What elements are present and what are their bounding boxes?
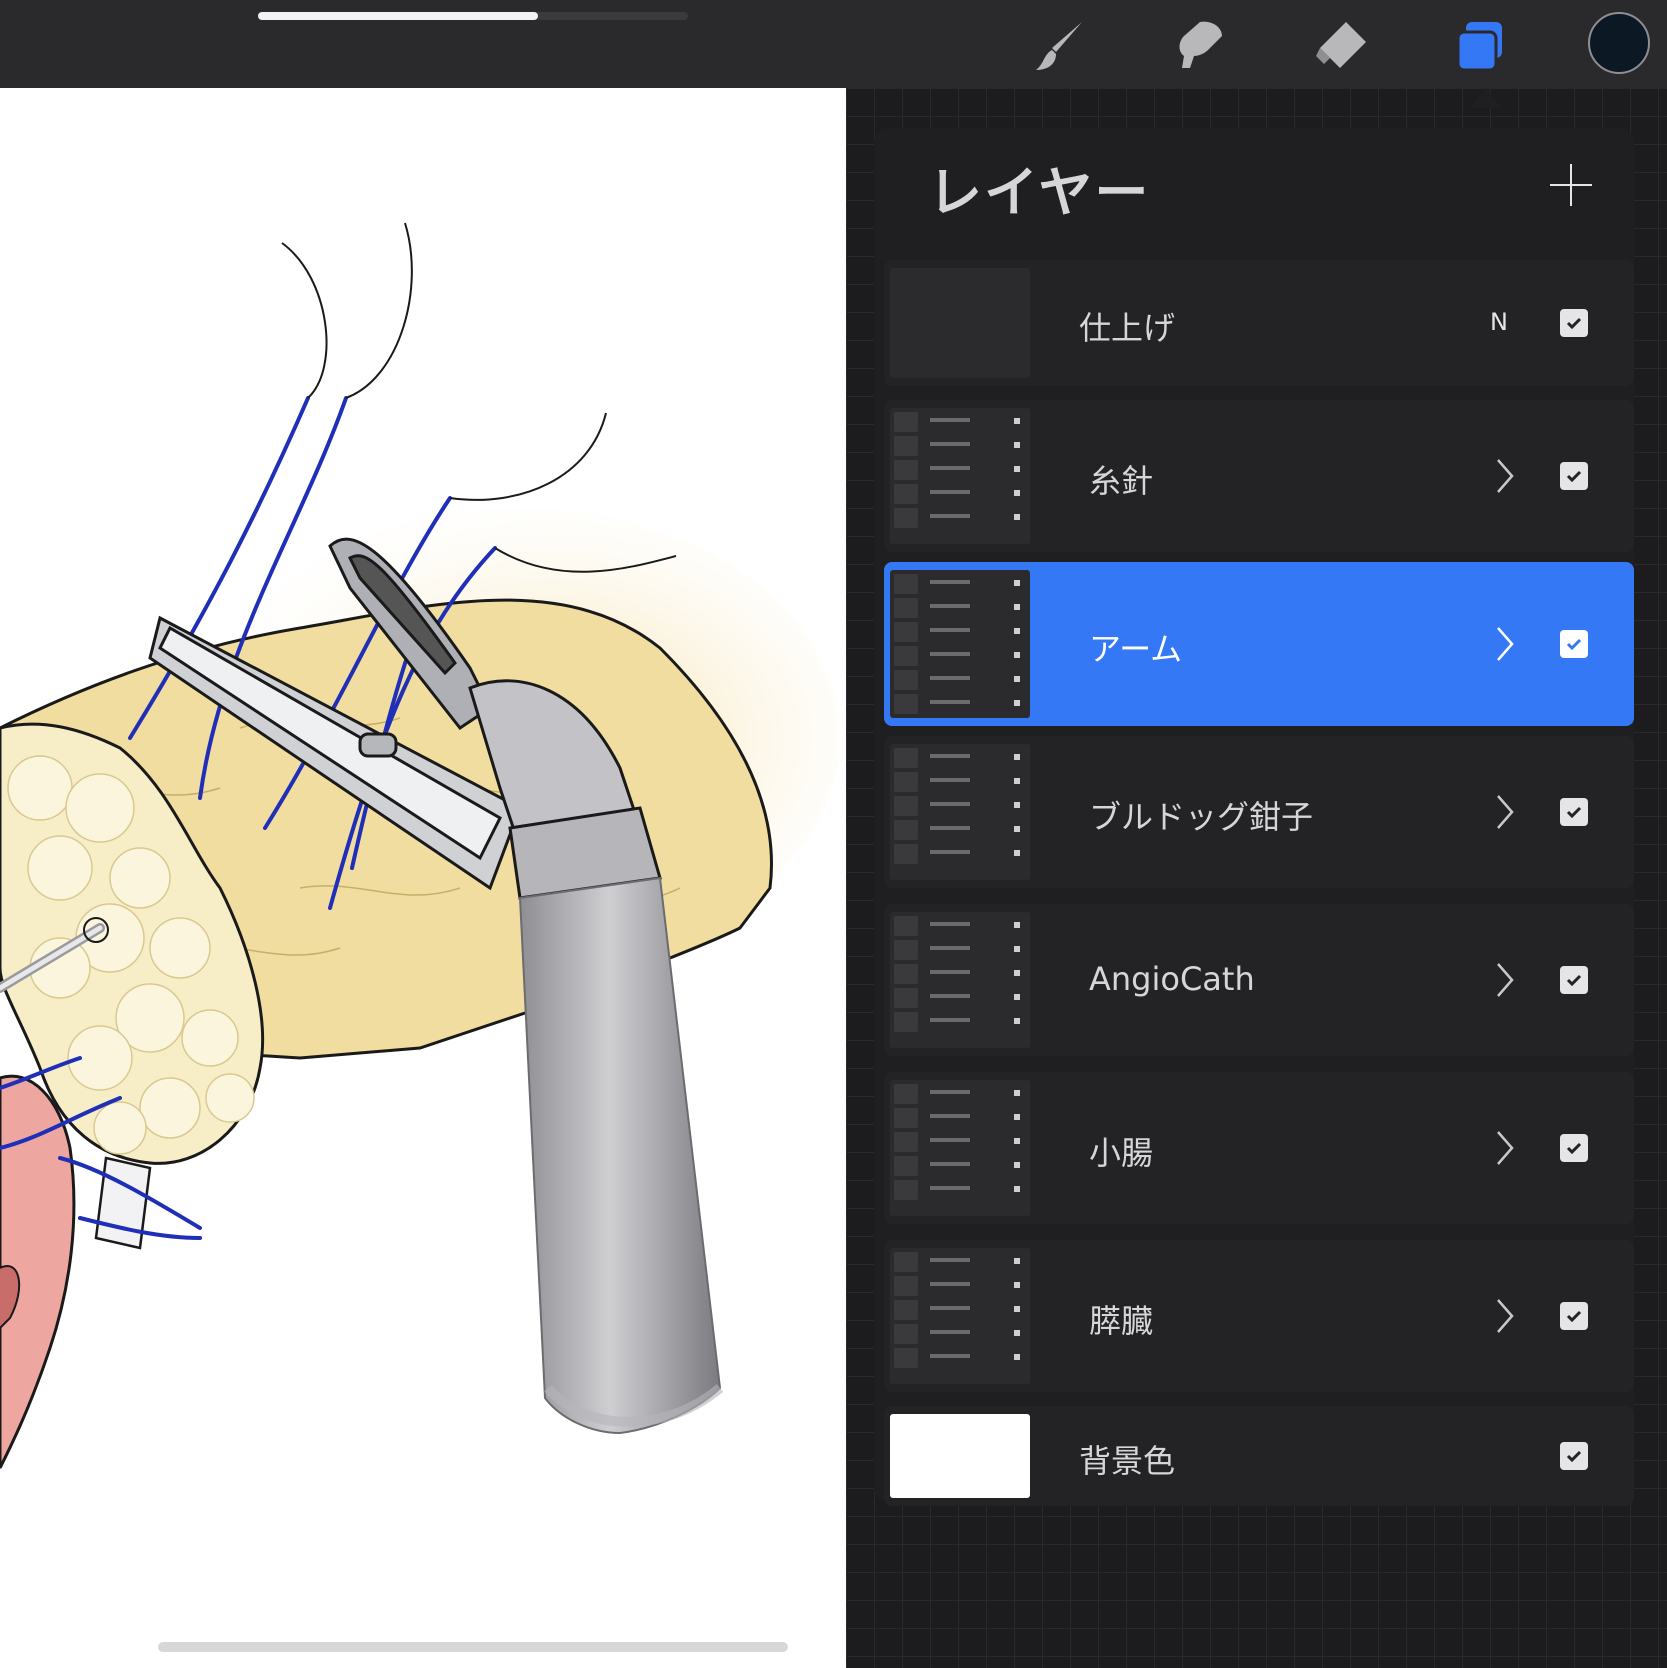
mini-layer-preview bbox=[894, 598, 1026, 618]
layer-name: 小腸 bbox=[1089, 1134, 1154, 1172]
mini-layer-preview bbox=[894, 1180, 1026, 1200]
checkmark-icon bbox=[1566, 1310, 1582, 1323]
color-swatch[interactable] bbox=[1588, 12, 1650, 74]
chevron-right-icon[interactable] bbox=[1484, 624, 1524, 664]
visibility-checkbox[interactable] bbox=[1560, 1442, 1588, 1470]
checkmark-icon bbox=[1566, 638, 1582, 651]
layer-name: ブルドッグ鉗子 bbox=[1089, 798, 1314, 836]
mini-layer-preview bbox=[894, 748, 1026, 768]
mini-layer-preview bbox=[894, 436, 1026, 456]
visibility-checkbox[interactable] bbox=[1560, 798, 1588, 826]
mini-layer-preview bbox=[894, 1252, 1026, 1272]
checkmark-icon bbox=[1566, 806, 1582, 819]
mini-layer-preview bbox=[894, 988, 1026, 1008]
mini-layer-preview bbox=[894, 1108, 1026, 1128]
panel-caret bbox=[1470, 88, 1502, 108]
layer-name: アーム bbox=[1089, 630, 1183, 668]
mini-layer-preview bbox=[894, 622, 1026, 642]
checkmark-icon bbox=[1566, 1450, 1582, 1463]
layer-row-background-color[interactable]: 背景色 bbox=[884, 1406, 1634, 1506]
brush-icon[interactable] bbox=[1025, 14, 1095, 78]
top-toolbar bbox=[0, 0, 1667, 88]
visibility-checkbox[interactable] bbox=[1560, 630, 1588, 658]
chevron-right-icon[interactable] bbox=[1484, 1128, 1524, 1168]
mini-layer-preview bbox=[894, 670, 1026, 690]
drawing-canvas[interactable] bbox=[0, 88, 846, 1668]
mini-layer-preview bbox=[894, 844, 1026, 864]
layer-thumbnail bbox=[890, 1248, 1030, 1384]
layer-thumbnail bbox=[890, 744, 1030, 880]
layer-name: 仕上げ bbox=[1079, 309, 1176, 347]
mini-layer-preview bbox=[894, 1084, 1026, 1104]
visibility-checkbox[interactable] bbox=[1560, 966, 1588, 994]
smudge-icon[interactable] bbox=[1165, 14, 1235, 78]
mini-layer-preview bbox=[894, 694, 1026, 714]
layer-thumbnail bbox=[890, 1080, 1030, 1216]
mini-layer-preview bbox=[894, 1012, 1026, 1032]
mini-layer-preview bbox=[894, 916, 1026, 936]
mini-layer-preview bbox=[894, 772, 1026, 792]
layer-row-finish[interactable]: 仕上げ N bbox=[884, 260, 1634, 386]
checkmark-icon bbox=[1566, 1142, 1582, 1155]
surgical-illustration bbox=[0, 222, 840, 1469]
mini-layer-preview bbox=[894, 796, 1026, 816]
visibility-checkbox[interactable] bbox=[1560, 1134, 1588, 1162]
mini-layer-preview bbox=[894, 1324, 1026, 1344]
layer-row-arm[interactable]: アーム bbox=[884, 562, 1634, 726]
mini-layer-preview bbox=[894, 1276, 1026, 1296]
visibility-checkbox[interactable] bbox=[1560, 309, 1588, 337]
plus-icon[interactable] bbox=[1546, 160, 1596, 210]
layer-name: 背景色 bbox=[1079, 1442, 1176, 1480]
mini-layer-preview bbox=[894, 508, 1026, 528]
layer-thumbnail bbox=[890, 570, 1030, 718]
mini-layer-preview bbox=[894, 460, 1026, 480]
mini-layer-preview bbox=[894, 964, 1026, 984]
mini-layer-preview bbox=[894, 1132, 1026, 1152]
chevron-right-icon[interactable] bbox=[1484, 792, 1524, 832]
mini-layer-preview bbox=[894, 1300, 1026, 1320]
panel-title: レイヤー bbox=[928, 161, 1151, 224]
eraser-icon[interactable] bbox=[1305, 14, 1375, 78]
progress-track bbox=[258, 12, 688, 20]
mini-layer-preview bbox=[894, 646, 1026, 666]
mini-layer-preview bbox=[894, 820, 1026, 840]
layers-icon[interactable] bbox=[1445, 14, 1515, 78]
layer-row-pancreas[interactable]: 膵臓 bbox=[884, 1240, 1634, 1392]
layer-name: AngioCath bbox=[1089, 960, 1255, 998]
layer-name: 糸針 bbox=[1089, 462, 1154, 500]
chevron-right-icon[interactable] bbox=[1484, 960, 1524, 1000]
checkmark-icon bbox=[1566, 317, 1582, 330]
layer-row-bulldog-clamp[interactable]: ブルドッグ鉗子 bbox=[884, 736, 1634, 888]
layer-row-thread-needle[interactable]: 糸針 bbox=[884, 400, 1634, 552]
mini-layer-preview bbox=[894, 484, 1026, 504]
layer-thumbnail bbox=[890, 408, 1030, 544]
layer-thumbnail bbox=[890, 912, 1030, 1048]
layer-row-small-intestine[interactable]: 小腸 bbox=[884, 1072, 1634, 1224]
mini-layer-preview bbox=[894, 574, 1026, 594]
layer-thumbnail bbox=[890, 1414, 1030, 1498]
blend-mode-label[interactable]: N bbox=[1490, 308, 1508, 336]
mini-layer-preview bbox=[894, 1156, 1026, 1176]
chevron-right-icon[interactable] bbox=[1484, 1296, 1524, 1336]
layer-row-angiocath[interactable]: AngioCath bbox=[884, 904, 1634, 1056]
mini-layer-preview bbox=[894, 1348, 1026, 1368]
progress-fill bbox=[258, 12, 538, 20]
mini-layer-preview bbox=[894, 940, 1026, 960]
checkmark-icon bbox=[1566, 974, 1582, 987]
mini-layer-preview bbox=[894, 412, 1026, 432]
layer-name: 膵臓 bbox=[1089, 1302, 1154, 1340]
home-indicator bbox=[158, 1642, 788, 1652]
chevron-right-icon[interactable] bbox=[1484, 456, 1524, 496]
visibility-checkbox[interactable] bbox=[1560, 462, 1588, 490]
visibility-checkbox[interactable] bbox=[1560, 1302, 1588, 1330]
checkmark-icon bbox=[1566, 470, 1582, 483]
layer-thumbnail bbox=[890, 268, 1030, 378]
